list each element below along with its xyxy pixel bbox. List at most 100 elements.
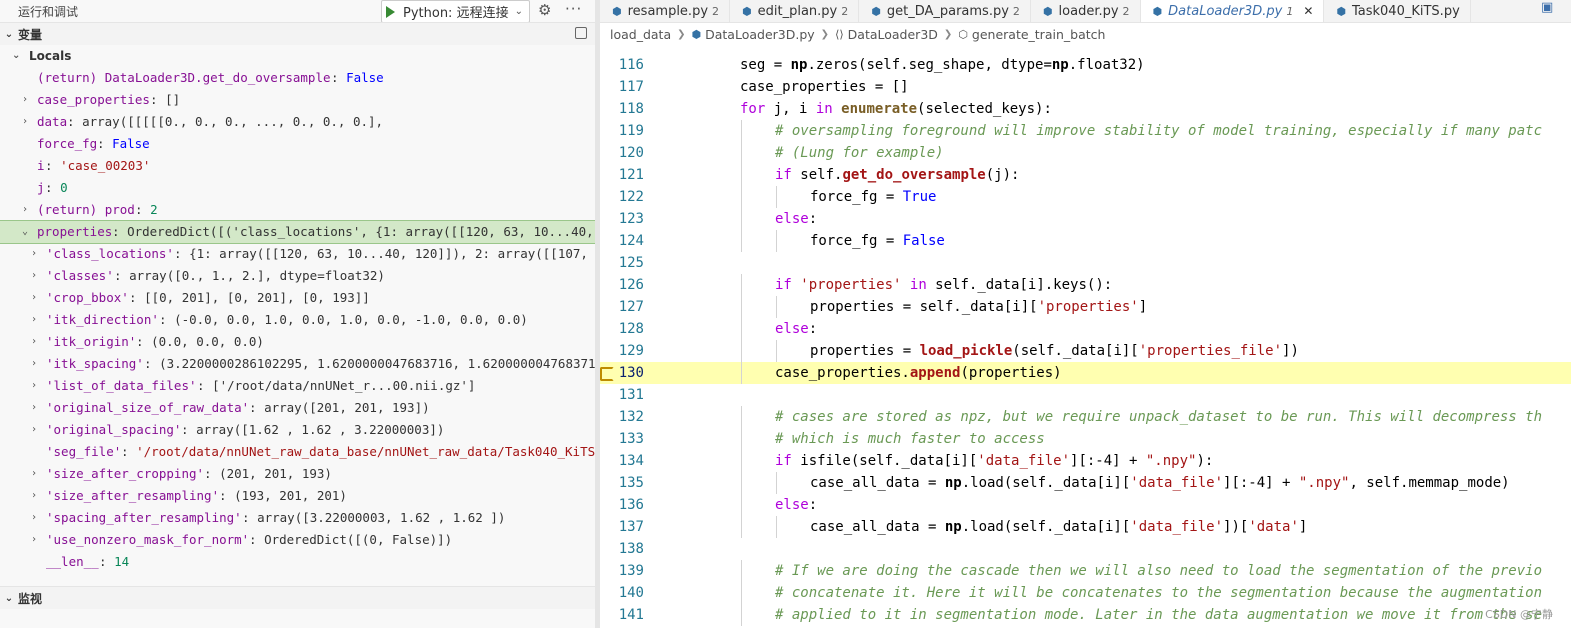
variable-row[interactable]: ⌄ properties: OrderedDict([('class_locati… [0,220,595,244]
indent-guide [741,120,742,142]
code-line[interactable]: 141 # applied to it in segmentation mode.… [600,604,1571,626]
code-editor[interactable]: 116 seg = np.zeros(self.seg_shape, dtype=… [600,54,1571,626]
code-line[interactable]: 125 [600,252,1571,274]
locals-scope[interactable]: ⌄ Locals [0,45,595,67]
code-line[interactable]: 133 # which is much faster to access [600,428,1571,450]
variable-name: properties [37,224,113,239]
tab-get_da_params-py[interactable]: ⬢ get_DA_params.py 2 [859,0,1031,22]
breadcrumb-item[interactable]: DataLoader3D.py [705,27,815,42]
variable-row[interactable]: › 'crop_bbox': [[0, 201], [0, 201], [0, 1… [0,287,595,309]
variable-value: : '/root/data/nnUNet_raw_data_base/nnUNe… [121,441,595,463]
variable-row[interactable]: › case_properties: [] [0,89,595,111]
code-line[interactable]: 121 if self.get_do_oversample(j): [600,164,1571,186]
variable-row[interactable]: › (return) prod: 2 [0,199,595,221]
code-text: case_properties = [] [740,79,909,95]
code-line[interactable]: 118 for j, i in enumerate(selected_keys): [600,98,1571,120]
tab-label: resample.py [627,3,709,19]
variable-row[interactable]: i: 'case_00203' [0,155,595,177]
variable-row[interactable]: › 'original_size_of_raw_data': array([201… [0,397,595,419]
variable-value: : array([0., 1., 2.], dtype=float32) [114,265,385,287]
variable-row[interactable]: 'seg_file': '/root/data/nnUNet_raw_data_… [0,441,595,463]
variable-row[interactable]: › 'class_locations': {1: array([[120, 63,… [0,243,595,265]
code-line[interactable]: 140 # concatenate it. Here it will be con… [600,582,1571,604]
variable-value: : {1: array([[120, 63, 10...40, 120]]), … [174,243,595,265]
chevron-right-icon[interactable]: › [31,375,37,397]
variable-row[interactable]: › data: array([[[[[0., 0., 0., ..., 0., 0… [0,111,595,133]
chevron-right-icon[interactable]: › [31,265,37,287]
debug-config-select[interactable]: Python: 远程连接 ⌄ [381,0,530,23]
breadcrumb-item[interactable]: DataLoader3D [848,27,938,42]
variable-row[interactable]: › 'spacing_after_resampling': array([3.22… [0,507,595,529]
variable-row[interactable]: › 'itk_spacing': (3.2200000286102295, 1.6… [0,353,595,375]
variable-value-text: array([201, 201, 193]) [264,400,430,415]
chevron-right-icon[interactable]: › [31,529,37,551]
chevron-right-icon[interactable]: › [31,243,37,265]
code-line[interactable]: 131 [600,384,1571,406]
chevron-right-icon[interactable]: › [31,331,37,353]
variable-row[interactable]: › 'use_nonzero_mask_for_norm': OrderedDic… [0,529,595,551]
code-line[interactable]: 138 [600,538,1571,560]
chevron-right-icon[interactable]: › [31,485,37,507]
code-line[interactable]: 123 else: [600,208,1571,230]
chevron-right-icon: ❯ [677,28,686,40]
current-line[interactable]: 130 case_properties.append(properties) [600,362,1571,384]
chevron-right-icon[interactable]: › [22,199,28,221]
code-line[interactable]: 116 seg = np.zeros(self.seg_shape, dtype=… [600,54,1571,76]
variable-name: 'original_size_of_raw_data' [46,400,250,415]
variable-row[interactable]: › 'itk_direction': (-0.0, 0.0, 1.0, 0.0, … [0,309,595,331]
code-line[interactable]: 124 force_fg = False [600,230,1571,252]
chevron-right-icon[interactable]: › [22,89,28,111]
breadcrumb-item[interactable]: load_data [610,27,671,42]
variable-row[interactable]: › 'classes': array([0., 1., 2.], dtype=fl… [0,265,595,287]
code-line[interactable]: 120 # (Lung for example) [600,142,1571,164]
code-line[interactable]: 134 if isfile(self._data[i]['data_file'][… [600,450,1571,472]
variable-row[interactable]: (return) DataLoader3D.get_do_oversample:… [0,67,595,89]
chevron-down-icon[interactable]: ⌄ [515,6,523,17]
chevron-right-icon[interactable]: › [31,507,37,529]
code-line[interactable]: 136 else: [600,494,1571,516]
tab-loader-py[interactable]: ⬢ loader.py 2 [1031,0,1141,22]
chevron-right-icon[interactable]: › [31,353,37,375]
chevron-right-icon[interactable]: › [31,463,37,485]
code-line[interactable]: 139 # If we are doing the cascade then we… [600,560,1571,582]
variable-row[interactable]: __len__: 14 [0,551,595,573]
code-line[interactable]: 126 if 'properties' in self._data[i].keys… [600,274,1571,296]
start-debugging-icon[interactable] [386,5,395,18]
watch-section-header[interactable]: ⌄ 监视 [0,586,595,609]
code-line[interactable]: 122 force_fg = True [600,186,1571,208]
variable-row[interactable]: › 'size_after_cropping': (201, 201, 193) [0,463,595,485]
code-line[interactable]: 135 case_all_data = np.load(self._data[i]… [600,472,1571,494]
tab-dataloader3d-py[interactable]: ⬢ DataLoader3D.py 1 ✕ [1140,0,1325,22]
chevron-right-icon[interactable]: › [31,397,37,419]
code-line[interactable]: 119 # oversampling foreground will improv… [600,120,1571,142]
chevron-right-icon[interactable]: › [31,287,37,309]
variable-row[interactable]: › 'original_spacing': array([1.62 , 1.62 … [0,419,595,441]
variable-row[interactable]: › 'list_of_data_files': ['/root/data/nnUN… [0,375,595,397]
code-line[interactable]: 128 else: [600,318,1571,340]
tab-task040_kits-py[interactable]: ⬢ Task040_KiTS.py [1324,0,1471,22]
chevron-right-icon[interactable]: › [22,111,28,133]
chevron-down-icon[interactable]: ⌄ [22,221,28,243]
variable-value: : (201, 201, 193) [204,463,332,485]
code-line[interactable]: 132 # cases are stored as npz, but we req… [600,406,1571,428]
problem-count: 1 [1286,4,1294,18]
variable-row[interactable]: › 'itk_origin': (0.0, 0.0, 0.0) [0,331,595,353]
close-icon[interactable]: ✕ [1303,4,1313,18]
code-line[interactable]: 117 case_properties = [] [600,76,1571,98]
variable-row[interactable]: › 'size_after_resampling': (193, 201, 201… [0,485,595,507]
tab-edit_plan-py[interactable]: ⬢ edit_plan.py 2 [730,0,860,22]
tab-resample-py[interactable]: ⬢ resample.py 2 [600,0,731,22]
variables-section-header[interactable]: ⌄ 变量 [0,22,595,45]
variable-row[interactable]: j: 0 [0,177,595,199]
chevron-right-icon[interactable]: › [31,419,37,441]
split-editor-icon[interactable]: ▣ [1541,0,1561,20]
code-line[interactable]: 129 properties = load_pickle(self._data[i… [600,340,1571,362]
code-line[interactable]: 127 properties = self._data[i]['propertie… [600,296,1571,318]
variable-row[interactable]: force_fg: False [0,133,595,155]
breadcrumb-item[interactable]: generate_train_batch [972,27,1106,42]
chevron-right-icon[interactable]: › [31,309,37,331]
more-actions-icon[interactable]: ··· [565,0,582,18]
collapse-all-icon[interactable] [575,27,587,39]
code-line[interactable]: 137 case_all_data = np.load(self._data[i]… [600,516,1571,538]
gear-icon[interactable]: ⚙ [538,1,551,19]
